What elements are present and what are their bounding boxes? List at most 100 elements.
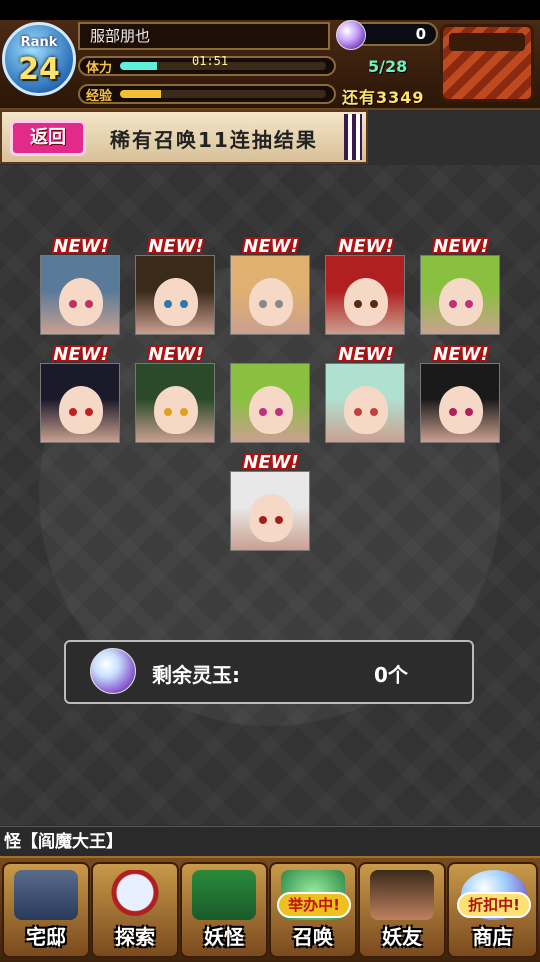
portrait-eye xyxy=(370,408,378,416)
nav-friends[interactable]: 妖友 xyxy=(358,862,446,958)
character-portrait xyxy=(249,386,293,434)
stamina-timer: 01:51 xyxy=(192,54,229,68)
result-card[interactable] xyxy=(230,363,310,443)
magnifier-icon xyxy=(103,870,167,920)
nav-label: 召唤 xyxy=(293,925,333,949)
character-portrait xyxy=(154,386,198,434)
portrait-eye xyxy=(164,300,172,308)
mansion-icon xyxy=(14,870,78,920)
portrait-eye xyxy=(69,300,77,308)
portrait-eye xyxy=(449,408,457,416)
portrait-eye xyxy=(180,408,188,416)
character-portrait xyxy=(59,278,103,326)
portrait-eye xyxy=(465,300,473,308)
portrait-eye xyxy=(370,300,378,308)
exp-fill xyxy=(120,90,162,98)
orb-counter[interactable]: 0 xyxy=(336,20,438,50)
remaining-orb-value: 0个 xyxy=(374,663,408,687)
result-card[interactable] xyxy=(325,363,405,443)
new-badge: NEW! xyxy=(338,344,394,365)
character-portrait xyxy=(154,278,198,326)
portrait-eye xyxy=(180,300,188,308)
nav-yokai[interactable]: 妖怪 xyxy=(180,862,268,958)
character-portrait xyxy=(439,386,483,434)
status-bar xyxy=(0,0,540,20)
chest-lid xyxy=(449,33,525,51)
exp-remaining: 还有3349 xyxy=(342,88,425,107)
exp-bar: 经验 xyxy=(78,84,336,104)
character-portrait xyxy=(344,278,388,326)
portrait-eye xyxy=(354,300,362,308)
exp-track xyxy=(120,90,326,98)
nav-label: 妖怪 xyxy=(204,925,244,949)
new-badge: NEW! xyxy=(148,236,204,257)
character-portrait xyxy=(59,386,103,434)
portrait-eye xyxy=(465,408,473,416)
new-badge: NEW! xyxy=(433,236,489,257)
character-portrait xyxy=(344,386,388,434)
portrait-eye xyxy=(275,516,283,524)
new-badge: NEW! xyxy=(338,236,394,257)
stamina-count: 5/28 xyxy=(368,57,408,76)
result-card[interactable] xyxy=(420,363,500,443)
character-portrait xyxy=(249,278,293,326)
spirit-orb-icon xyxy=(90,648,136,694)
result-card[interactable] xyxy=(40,363,120,443)
result-card[interactable] xyxy=(325,255,405,335)
bottom-nav: 宅邸 探索 妖怪 举办中! 召唤 妖友 折扣中! 商店 xyxy=(0,856,540,962)
result-card[interactable] xyxy=(135,255,215,335)
new-badge: NEW! xyxy=(53,236,109,257)
result-card[interactable] xyxy=(40,255,120,335)
nav-label: 探索 xyxy=(115,925,155,949)
nav-explore[interactable]: 探索 xyxy=(91,862,179,958)
player-name: 服部朋也 xyxy=(78,22,330,50)
portrait-eye xyxy=(449,300,457,308)
treasure-chest-icon[interactable] xyxy=(440,24,534,102)
portrait-eye xyxy=(275,408,283,416)
page-title: 稀有召唤11连抽结果 xyxy=(110,128,318,152)
stamina-bar: 体力 01:51 xyxy=(78,54,336,76)
new-badge: NEW! xyxy=(148,344,204,365)
back-button[interactable]: 返回 xyxy=(10,120,86,156)
stamina-label: 体力 xyxy=(86,61,113,76)
portrait-eye xyxy=(164,408,172,416)
spirit-orb-icon xyxy=(336,20,366,50)
result-card[interactable] xyxy=(420,255,500,335)
nav-label: 商店 xyxy=(472,925,513,949)
nav-mansion[interactable]: 宅邸 xyxy=(2,862,90,958)
event-tag: 举办中! xyxy=(277,892,351,918)
rank-label: Rank xyxy=(20,35,58,50)
portrait-eye xyxy=(354,408,362,416)
portrait-eye xyxy=(85,408,93,416)
stamina-fill xyxy=(120,62,158,70)
result-card[interactable] xyxy=(230,471,310,551)
exp-label: 经验 xyxy=(86,89,113,104)
remaining-orb-panel: 剩余灵玉: 0个 xyxy=(64,640,474,704)
nav-shop[interactable]: 折扣中! 商店 xyxy=(447,862,538,958)
title-decoration xyxy=(344,114,362,160)
remaining-orb-label: 剩余灵玉: xyxy=(152,663,240,687)
scroll-icon xyxy=(192,870,256,920)
portrait-eye xyxy=(69,408,77,416)
portrait-eye xyxy=(259,408,267,416)
rank-value: 24 xyxy=(18,52,60,87)
new-badge: NEW! xyxy=(53,344,109,365)
character-portrait xyxy=(249,494,293,542)
character-portrait xyxy=(439,278,483,326)
sale-tag: 折扣中! xyxy=(457,892,531,918)
result-card[interactable] xyxy=(230,255,310,335)
nav-summon[interactable]: 举办中! 召唤 xyxy=(269,862,357,958)
portrait-eye xyxy=(85,300,93,308)
rank-badge[interactable]: Rank 24 xyxy=(2,22,76,96)
page-header: 返回 稀有召唤11连抽结果 xyxy=(0,110,368,164)
new-badge: NEW! xyxy=(243,236,299,257)
portrait-eye xyxy=(259,300,267,308)
result-card[interactable] xyxy=(135,363,215,443)
news-ticker[interactable]: 怪【阎魔大王】 xyxy=(0,826,540,856)
nav-label: 宅邸 xyxy=(26,925,66,949)
portrait-eye xyxy=(259,516,267,524)
orb-count: 0 xyxy=(415,25,426,43)
portrait-eye xyxy=(275,300,283,308)
new-badge: NEW! xyxy=(433,344,489,365)
nav-label: 妖友 xyxy=(382,925,422,949)
